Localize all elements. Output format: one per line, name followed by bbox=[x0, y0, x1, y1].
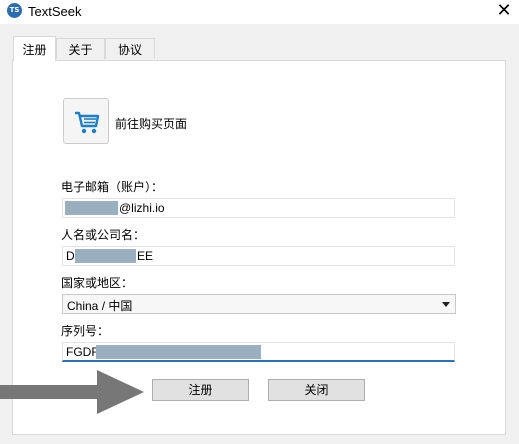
register-button[interactable]: 注册 bbox=[152, 379, 249, 401]
redacted-text bbox=[75, 249, 136, 263]
name-prefix-text: D bbox=[66, 249, 75, 263]
close-window-button[interactable]: ✕ bbox=[489, 0, 519, 24]
serial-label: 序列号： bbox=[61, 324, 110, 338]
title-bar: TS TextSeek ✕ bbox=[0, 0, 519, 24]
tab-register[interactable]: 注册 bbox=[13, 36, 56, 61]
email-label: 电子邮箱（账户）： bbox=[61, 180, 164, 194]
buy-page-label[interactable]: 前往购买页面 bbox=[115, 115, 187, 132]
email-suffix-text: @lizhi.io bbox=[119, 201, 165, 215]
country-selected-value: China / 中国 bbox=[67, 299, 133, 313]
redacted-text bbox=[96, 345, 261, 359]
country-select[interactable]: China / 中国 bbox=[62, 294, 456, 314]
country-label: 国家或地区： bbox=[61, 276, 134, 290]
app-logo-icon: TS bbox=[7, 3, 22, 18]
close-button[interactable]: 关闭 bbox=[268, 379, 365, 401]
email-field[interactable]: @lizhi.io bbox=[62, 198, 455, 218]
close-icon: ✕ bbox=[496, 0, 512, 21]
window-title: TextSeek bbox=[28, 4, 82, 19]
tab-agreement[interactable]: 协议 bbox=[105, 38, 155, 59]
chevron-down-icon bbox=[442, 302, 450, 307]
name-label: 人名或公司名： bbox=[61, 228, 146, 242]
pointer-arrow-icon bbox=[0, 370, 144, 414]
redacted-text bbox=[65, 201, 118, 215]
name-field[interactable]: D EE bbox=[62, 246, 455, 266]
tab-about[interactable]: 关于 bbox=[56, 38, 105, 59]
name-suffix-text: EE bbox=[137, 249, 154, 263]
shopping-cart-icon bbox=[75, 111, 100, 134]
serial-field[interactable]: FGDF bbox=[62, 342, 455, 362]
buy-page-button[interactable] bbox=[63, 98, 109, 144]
serial-prefix-text: FGDF bbox=[66, 345, 99, 359]
